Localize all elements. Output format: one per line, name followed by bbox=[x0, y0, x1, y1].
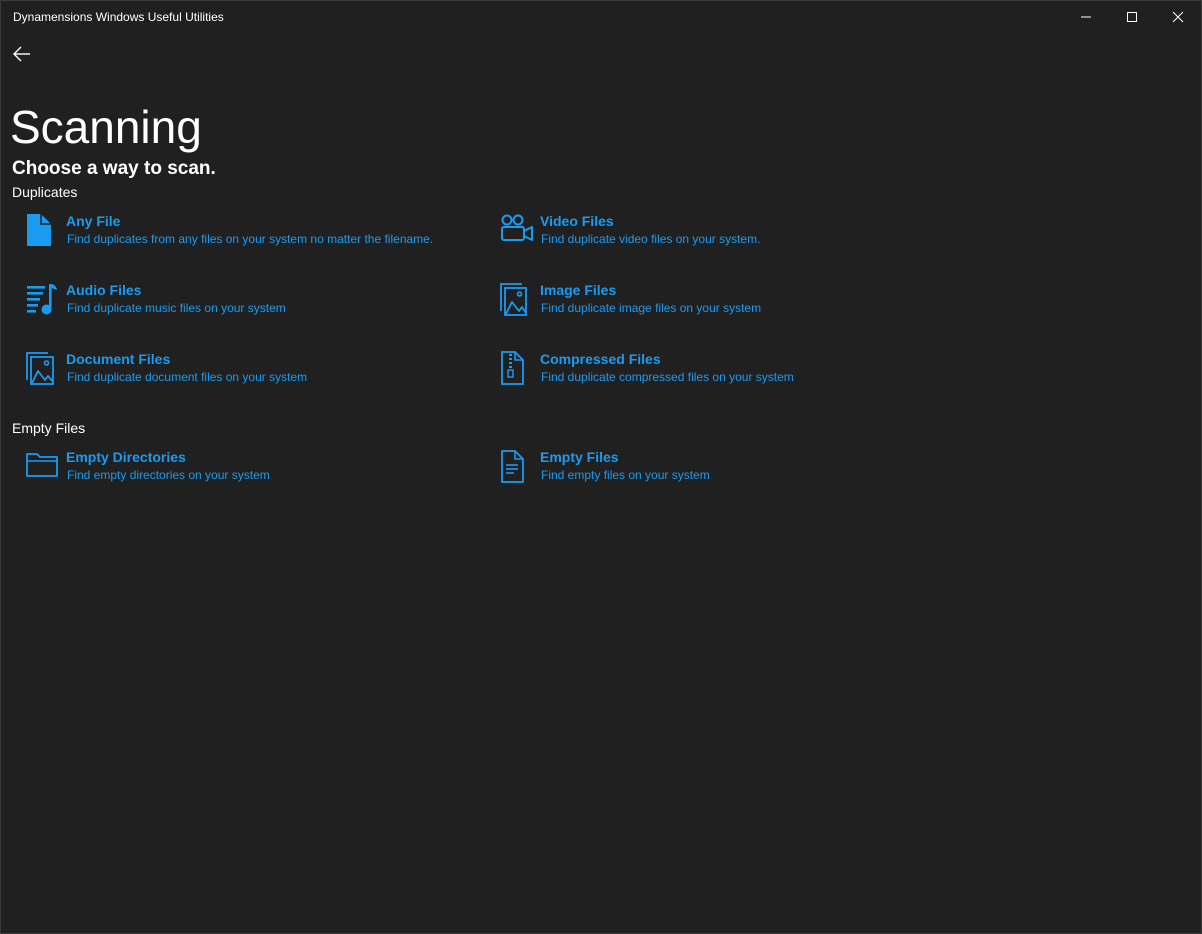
empty-files-option[interactable]: Empty Files Find empty files on your sys… bbox=[500, 448, 940, 504]
audio-files-option[interactable]: Audio Files Find duplicate music files o… bbox=[26, 281, 466, 337]
compressed-files-option[interactable]: Compressed Files Find duplicate compress… bbox=[500, 350, 940, 406]
app-title: Dynamensions Windows Useful Utilities bbox=[13, 10, 224, 24]
empty-directories-description: Find empty directories on your system bbox=[67, 468, 270, 482]
zip-file-icon bbox=[500, 350, 534, 386]
back-arrow-icon bbox=[13, 46, 30, 62]
maximize-button[interactable] bbox=[1109, 1, 1155, 33]
title-bar[interactable]: Dynamensions Windows Useful Utilities bbox=[1, 1, 1201, 33]
close-icon bbox=[1172, 11, 1184, 23]
compressed-files-description: Find duplicate compressed files on your … bbox=[541, 370, 794, 384]
section-header-duplicates: Duplicates bbox=[12, 184, 78, 200]
image-files-option[interactable]: Image Files Find duplicate image files o… bbox=[500, 281, 940, 337]
video-files-option[interactable]: Video Files Find duplicate video files o… bbox=[500, 212, 940, 268]
empty-directories-label: Empty Directories bbox=[66, 449, 186, 465]
document-files-label: Document Files bbox=[66, 351, 171, 367]
folder-icon bbox=[26, 448, 60, 484]
empty-files-label: Empty Files bbox=[540, 449, 619, 465]
maximize-icon bbox=[1127, 12, 1137, 22]
file-icon bbox=[26, 212, 60, 248]
music-list-icon bbox=[26, 281, 60, 317]
any-file-description: Find duplicates from any files on your s… bbox=[67, 232, 434, 246]
app-window: Dynamensions Windows Useful Utilities Sc… bbox=[0, 0, 1202, 934]
minimize-button[interactable] bbox=[1063, 1, 1109, 33]
audio-files-description: Find duplicate music files on your syste… bbox=[67, 301, 286, 315]
empty-directories-option[interactable]: Empty Directories Find empty directories… bbox=[26, 448, 466, 504]
back-button[interactable] bbox=[5, 37, 39, 71]
any-file-label: Any File bbox=[66, 213, 121, 229]
image-files-label: Image Files bbox=[540, 282, 617, 298]
minimize-icon bbox=[1081, 16, 1091, 18]
empty-files-description: Find empty files on your system bbox=[541, 468, 710, 482]
page-subtitle: Choose a way to scan. bbox=[12, 158, 216, 179]
audio-files-label: Audio Files bbox=[66, 282, 142, 298]
compressed-files-label: Compressed Files bbox=[540, 351, 661, 367]
document-files-description: Find duplicate document files on your sy… bbox=[67, 370, 308, 384]
video-camera-icon bbox=[500, 212, 534, 248]
video-files-label: Video Files bbox=[540, 213, 614, 229]
image-files-description: Find duplicate image files on your syste… bbox=[541, 301, 762, 315]
close-button[interactable] bbox=[1155, 1, 1201, 33]
document-image-icon bbox=[26, 350, 60, 386]
page-title: Scanning bbox=[10, 101, 202, 153]
document-files-option[interactable]: Document Files Find duplicate document f… bbox=[26, 350, 466, 406]
section-header-empty-files: Empty Files bbox=[12, 420, 86, 436]
any-file-option[interactable]: Any File Find duplicates from any files … bbox=[26, 212, 466, 268]
video-files-description: Find duplicate video files on your syste… bbox=[541, 232, 761, 246]
text-document-icon bbox=[500, 448, 534, 484]
image-icon bbox=[500, 281, 534, 317]
